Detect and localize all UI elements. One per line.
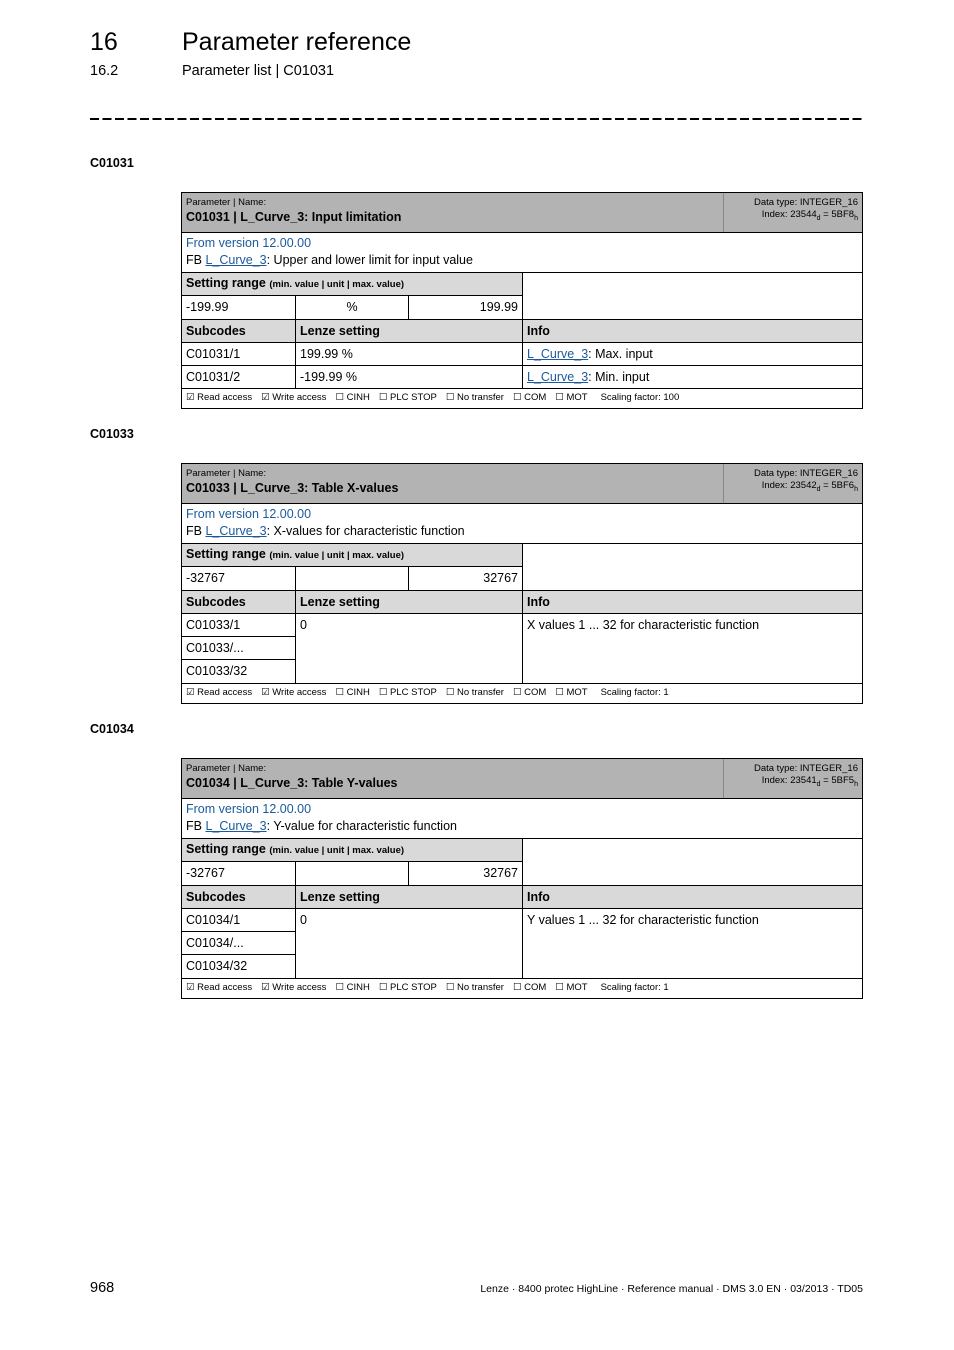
subcodes-header: Subcodes Lenze setting Info [182,320,862,343]
range-min: -32767 [182,567,296,590]
parameter-index: Index: 23541d = 5BF5h [761,775,858,788]
parameter-header: Parameter | Name: C01034 | L_Curve_3: Ta… [182,759,862,799]
parameter-table-c01034: Parameter | Name: C01034 | L_Curve_3: Ta… [181,758,863,999]
parameter-description: From version 12.00.00 FB L_Curve_3: Y-va… [182,799,862,839]
page-number: 968 [90,1280,115,1296]
parameter-description: From version 12.00.00 FB L_Curve_3: Uppe… [182,233,862,273]
version-link[interactable]: From version 12.00.00 [186,506,858,523]
parameter-name-label: Parameter | Name: [186,468,267,479]
range-max: 32767 [483,571,519,585]
parameter-header: Parameter | Name: C01033 | L_Curve_3: Ta… [182,464,862,504]
parameter-name: C01031 | L_Curve_3: Input limitation [186,210,402,224]
setting-range: Setting range (min. value | unit | max. … [182,544,862,591]
data-type: Data type: INTEGER_16 [753,763,858,774]
parameter-index: Index: 23544d = 5BF8h [761,209,858,222]
access-flags: ☑ Read access ☑ Write access ☐ CINH ☐ PLC S… [186,392,680,403]
parameter-heading-c01033: C01033 [90,427,134,441]
access-flags: ☑ Read access ☑ Write access ☐ CINH ☐ PLC S… [186,982,669,993]
parameter-name-label: Parameter | Name: [186,763,267,774]
chapter-number: 16 [90,28,118,56]
subcode: C01034/... [182,932,295,955]
parameter-heading-c01034: C01034 [90,722,134,736]
fb-link[interactable]: L_Curve_3 [205,524,266,538]
data-type: Data type: INTEGER_16 [753,468,858,479]
range-unit [296,862,410,885]
scaling-factor: Scaling factor: 1 [600,687,669,698]
range-min: -199.99 [182,296,296,319]
lenze-setting: 0 [296,614,523,683]
setting-range: Setting range (min. value | unit | max. … [182,273,862,320]
range-unit: % [296,296,410,319]
subcode: C01033/... [182,637,295,660]
parameter-index: Index: 23542d = 5BF6h [761,480,858,493]
range-min: -32767 [182,862,296,885]
subcode-info: Y values 1 ... 32 for characteristic fun… [527,913,759,927]
access-flags: ☑ Read access ☑ Write access ☐ CINH ☐ PLC S… [186,687,669,698]
chapter-title: Parameter reference [182,28,412,56]
parameter-table-c01033: Parameter | Name: C01033 | L_Curve_3: Ta… [181,463,863,704]
scaling-factor: Scaling factor: 1 [600,982,669,993]
range-unit [296,567,410,590]
parameter-name: C01034 | L_Curve_3: Table Y-values [186,776,398,790]
fb-link[interactable]: L_Curve_3 [527,347,588,361]
parameter-heading-c01031: C01031 [90,156,134,170]
dashed-divider [90,118,862,120]
document-info: Lenze · 8400 protec HighLine · Reference… [480,1283,863,1295]
parameter-header: Parameter | Name: C01031 | L_Curve_3: In… [182,193,862,233]
section-number: 16.2 [90,63,119,79]
subcode: C01034/32 [186,959,248,973]
fb-link[interactable]: L_Curve_3 [205,819,266,833]
table-row: C01031/2 -199.99 % L_Curve_3: Min. input [182,366,862,389]
subcode: C01034/1 [182,909,295,932]
table-row: C01031/1 199.99 % L_Curve_3: Max. input [182,343,862,366]
range-max: 32767 [483,866,519,880]
subcodes-block: C01033/1 C01033/... C01033/32 0 X values… [182,614,862,684]
parameter-name: C01033 | L_Curve_3: Table X-values [186,481,399,495]
subcodes-header: Subcodes Lenze setting Info [182,591,862,614]
section-title: Parameter list | C01031 [182,63,335,79]
subcode-info: X values 1 ... 32 for characteristic fun… [527,618,760,632]
lenze-setting: 0 [296,909,523,978]
version-link[interactable]: From version 12.00.00 [186,801,858,818]
parameter-name-label: Parameter | Name: [186,197,267,208]
parameter-description: From version 12.00.00 FB L_Curve_3: X-va… [182,504,862,544]
parameter-table-c01031: Parameter | Name: C01031 | L_Curve_3: In… [181,192,863,409]
fb-link[interactable]: L_Curve_3 [527,370,588,384]
data-type: Data type: INTEGER_16 [753,197,858,208]
scaling-factor: Scaling factor: 100 [600,392,680,403]
subcode: C01033/1 [182,614,295,637]
subcode: C01033/32 [186,664,248,678]
version-link[interactable]: From version 12.00.00 [186,235,858,252]
setting-range: Setting range (min. value | unit | max. … [182,839,862,886]
subcodes-header: Subcodes Lenze setting Info [182,886,862,909]
fb-link[interactable]: L_Curve_3 [205,253,266,267]
range-max: 199.99 [479,300,519,314]
subcodes-block: C01034/1 C01034/... C01034/32 0 Y values… [182,909,862,979]
